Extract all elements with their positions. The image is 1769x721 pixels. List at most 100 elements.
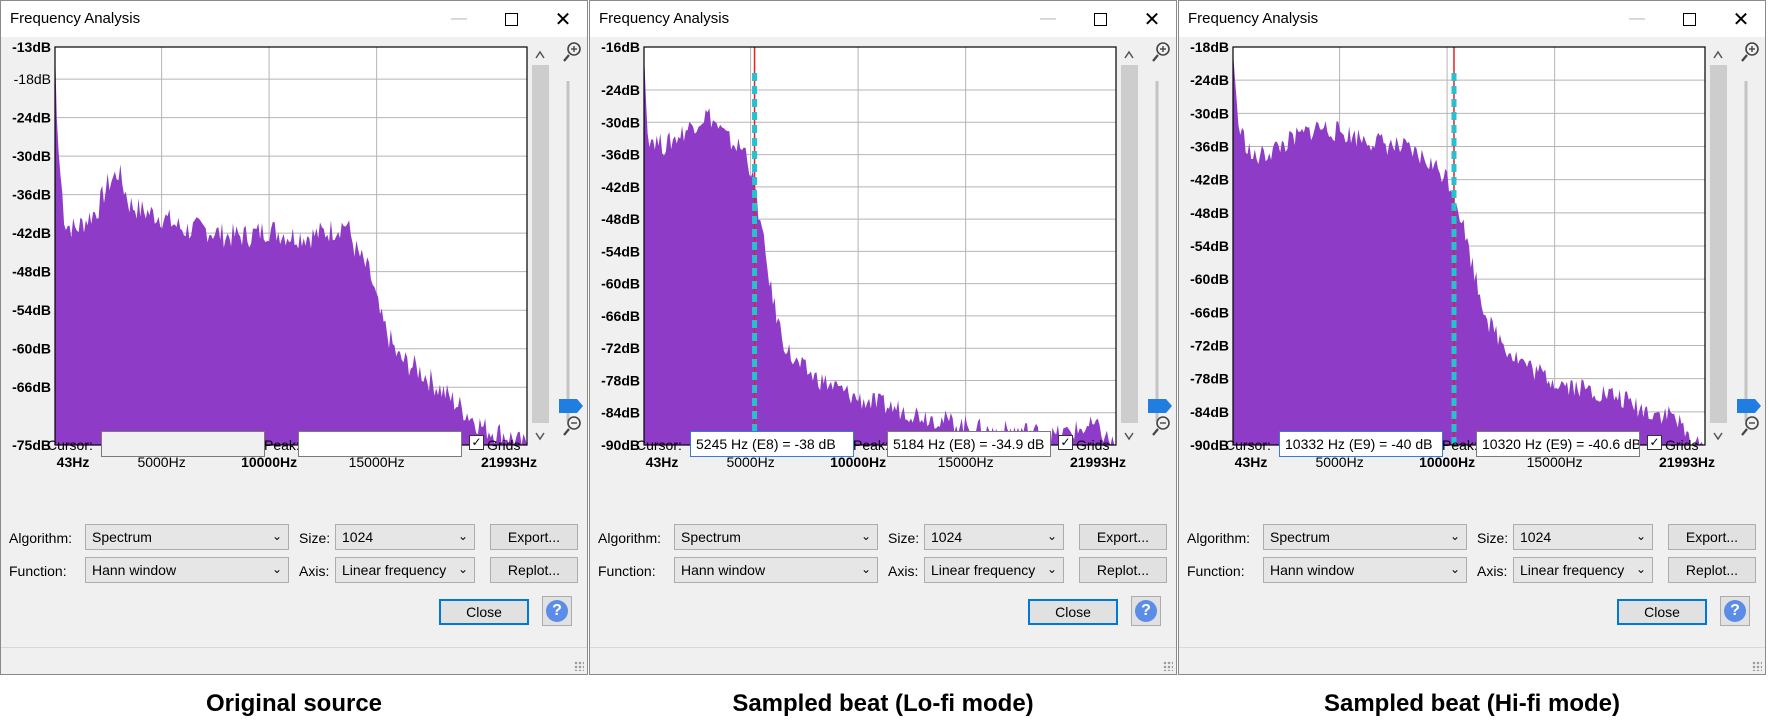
close-button[interactable]: Close <box>1028 599 1118 625</box>
function-select[interactable]: Hann window ⌄ <box>1263 557 1467 583</box>
chevron-down-icon: ⌄ <box>860 529 871 543</box>
close-window-button[interactable]: ✕ <box>1721 5 1761 33</box>
chevron-down-icon: ⌄ <box>271 562 282 576</box>
grids-checkbox[interactable]: ✓ <box>1058 435 1073 450</box>
cursor-field[interactable]: 10332 Hz (E9) = -40 dB <box>1279 431 1443 457</box>
close-button[interactable]: Close <box>439 599 529 625</box>
chevron-down-icon: ⌄ <box>1046 529 1057 543</box>
y-tick-label: -42dB <box>601 179 640 195</box>
maximize-button[interactable] <box>1080 5 1120 33</box>
maximize-icon <box>1093 12 1107 26</box>
axis-value: Linear frequency <box>1520 562 1625 578</box>
peak-field[interactable]: 10320 Hz (E9) = -40.6 dB <box>1476 431 1640 457</box>
y-tick-label: -16dB <box>601 39 640 55</box>
export-button[interactable]: Export... <box>1668 524 1756 550</box>
close-row: Close ? <box>590 596 1176 627</box>
grids-label: Grids <box>1665 437 1699 453</box>
frequency-analysis-window: Frequency Analysis — ✕ -18dB -24dB -30dB -3… <box>1178 0 1766 675</box>
chevron-down-icon: ⌄ <box>1635 529 1646 543</box>
peak-field[interactable]: 5184 Hz (E8) = -34.9 dB <box>887 431 1051 457</box>
y-tick-label: -54dB <box>1190 238 1229 254</box>
minimize-button[interactable]: — <box>1028 5 1068 33</box>
size-select[interactable]: 1024 ⌄ <box>335 524 475 550</box>
peak-label: Peak: <box>1442 437 1478 453</box>
resize-grip-icon[interactable] <box>574 661 584 671</box>
y-tick-label: -54dB <box>601 243 640 259</box>
y-tick-label: -30dB <box>1190 105 1229 121</box>
export-button[interactable]: Export... <box>1079 524 1167 550</box>
y-tick-label: -72dB <box>601 340 640 356</box>
y-tick-label: -60dB <box>601 276 640 292</box>
function-label: Function: <box>9 563 67 579</box>
function-row: Function: Hann window ⌄ Axis: Linear freq… <box>590 557 1176 585</box>
zoom-in-icon[interactable] <box>1152 42 1170 62</box>
zoom-slider-thumb[interactable] <box>1737 399 1761 413</box>
axis-label: Axis: <box>299 563 330 579</box>
panel-caption: Sampled beat (Lo-fi mode) <box>732 690 1034 717</box>
zoom-in-icon[interactable] <box>563 42 581 62</box>
close-row: Close ? <box>1 596 587 627</box>
peak-label: Peak: <box>264 437 300 453</box>
peak-field[interactable] <box>298 431 462 457</box>
spectrum-plot[interactable]: -18dB -24dB -30dB -36dB -42dB -48dB -54dB -60dB… <box>1179 39 1767 470</box>
close-window-button[interactable]: ✕ <box>1132 5 1172 33</box>
function-select[interactable]: Hann window ⌄ <box>85 557 289 583</box>
maximize-icon <box>504 12 518 26</box>
cursor-label: Cursor: <box>47 437 93 453</box>
algorithm-select[interactable]: Spectrum ⌄ <box>1263 524 1467 550</box>
y-tick-label: -24dB <box>601 82 640 98</box>
size-value: 1024 <box>931 529 963 545</box>
replot-button[interactable]: Replot... <box>490 557 578 583</box>
scroll-up-icon[interactable] <box>535 50 545 59</box>
function-select[interactable]: Hann window ⌄ <box>674 557 878 583</box>
zoom-in-icon[interactable] <box>1741 42 1759 62</box>
axis-select[interactable]: Linear frequency ⌄ <box>335 557 475 583</box>
algorithm-select[interactable]: Spectrum ⌄ <box>85 524 289 550</box>
axis-label: Axis: <box>1477 563 1508 579</box>
help-button[interactable]: ? <box>542 596 572 626</box>
vertical-scrollbar[interactable] <box>532 65 549 423</box>
cursor-field[interactable]: 5245 Hz (E8) = -38 dB <box>690 431 854 457</box>
zoom-slider-thumb[interactable] <box>1148 399 1172 413</box>
status-bar <box>1179 647 1765 674</box>
algorithm-value: Spectrum <box>681 529 741 545</box>
scroll-up-icon[interactable] <box>1124 50 1134 59</box>
size-select[interactable]: 1024 ⌄ <box>1513 524 1653 550</box>
function-value: Hann window <box>92 562 177 578</box>
replot-button[interactable]: Replot... <box>1079 557 1167 583</box>
maximize-button[interactable] <box>491 5 531 33</box>
cursor-field[interactable] <box>101 431 265 457</box>
close-button[interactable]: Close <box>1617 599 1707 625</box>
minimize-button[interactable]: — <box>1617 5 1657 33</box>
chevron-down-icon: ⌄ <box>860 562 871 576</box>
grids-checkbox[interactable]: ✓ <box>1647 435 1662 450</box>
help-button[interactable]: ? <box>1131 596 1161 626</box>
y-tick-label: -54dB <box>12 302 51 318</box>
vertical-scrollbar[interactable] <box>1121 65 1138 423</box>
y-tick-label: -66dB <box>12 379 51 395</box>
replot-button[interactable]: Replot... <box>1668 557 1756 583</box>
scroll-up-icon[interactable] <box>1713 50 1723 59</box>
frequency-analysis-window: Frequency Analysis — ✕ -13dB -18dB -24dB -3… <box>0 0 588 675</box>
y-tick-label: -18dB <box>14 71 51 87</box>
resize-grip-icon[interactable] <box>1163 661 1173 671</box>
algorithm-select[interactable]: Spectrum ⌄ <box>674 524 878 550</box>
axis-select[interactable]: Linear frequency ⌄ <box>924 557 1064 583</box>
chevron-down-icon: ⌄ <box>457 562 468 576</box>
spectrum-plot[interactable]: -16dB -24dB -30dB -36dB -42dB -48dB -54dB -60dB… <box>590 39 1178 470</box>
resize-grip-icon[interactable] <box>1752 661 1762 671</box>
grids-checkbox[interactable]: ✓ <box>469 435 484 450</box>
vertical-scrollbar[interactable] <box>1710 65 1727 423</box>
maximize-button[interactable] <box>1669 5 1709 33</box>
axis-select[interactable]: Linear frequency ⌄ <box>1513 557 1653 583</box>
close-window-button[interactable]: ✕ <box>543 5 583 33</box>
export-button[interactable]: Export... <box>490 524 578 550</box>
size-label: Size: <box>1477 530 1509 546</box>
chevron-down-icon: ⌄ <box>1635 562 1646 576</box>
help-button[interactable]: ? <box>1720 596 1750 626</box>
y-tick-label: -30dB <box>12 148 51 164</box>
minimize-button[interactable]: — <box>439 5 479 33</box>
size-select[interactable]: 1024 ⌄ <box>924 524 1064 550</box>
spectrum-plot[interactable]: -13dB -18dB -24dB -30dB -36dB -42dB -48dB -54dB… <box>1 39 589 470</box>
zoom-slider-thumb[interactable] <box>559 399 583 413</box>
